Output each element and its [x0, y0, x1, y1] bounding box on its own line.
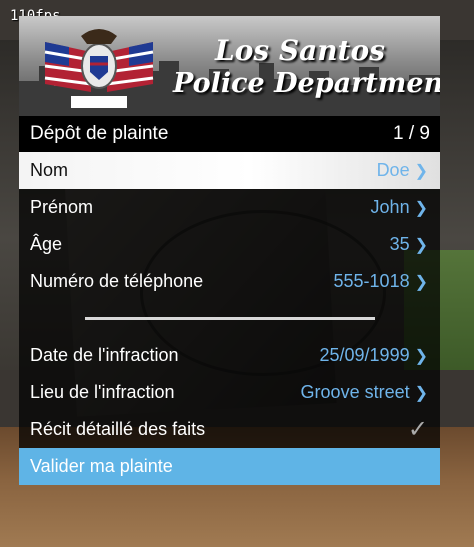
- menu-item-value: Doe: [376, 160, 410, 180]
- chevron-right-icon: ❯: [414, 384, 428, 402]
- menu-item-nom[interactable]: Nom Doe ❯: [19, 152, 440, 189]
- menu-item-label: Date de l'infraction: [30, 345, 179, 365]
- menu-item-age[interactable]: Âge 35 ❯: [19, 226, 440, 263]
- menu-item-value: 25/09/1999: [319, 345, 410, 365]
- banner-title-line2: Police Department: [173, 68, 440, 99]
- separator-line: [84, 317, 375, 320]
- lspd-seal-icon: [44, 29, 154, 108]
- chevron-right-icon: ❯: [414, 236, 428, 254]
- menu-item-label: Lieu de l'infraction: [30, 382, 175, 402]
- menu-item-lieu-infraction[interactable]: Lieu de l'infraction Groove street ❯: [19, 374, 440, 411]
- menu-item-label: Nom: [30, 160, 69, 180]
- chevron-right-icon: ❯: [414, 273, 428, 291]
- police-menu: Los Santos Police Department Dépôt de pl…: [19, 16, 440, 485]
- menu-item-label: Numéro de téléphone: [30, 271, 204, 291]
- chevron-right-icon: ❯: [414, 199, 428, 217]
- banner-title-line1: Los Santos: [215, 34, 385, 67]
- menu-banner: Los Santos Police Department: [19, 16, 440, 116]
- menu-item-value: 35: [389, 234, 410, 254]
- menu-item-label: Récit détaillé des faits: [30, 419, 206, 439]
- menu-counter: 1 / 9: [393, 123, 430, 144]
- menu-item-telephone[interactable]: Numéro de téléphone 555-1018 ❯: [19, 263, 440, 300]
- menu-item-recit[interactable]: Récit détaillé des faits ✓: [19, 411, 440, 448]
- menu-item-date-infraction[interactable]: Date de l'infraction 25/09/1999 ❯: [19, 337, 440, 374]
- menu-separator: [19, 300, 440, 337]
- submit-label: Valider ma plainte: [30, 456, 173, 476]
- checkmark-icon: ✓: [407, 415, 428, 443]
- menu-item-value: Groove street: [300, 382, 410, 402]
- menu-item-value: John: [370, 197, 410, 217]
- menu-item-label: Prénom: [30, 197, 94, 217]
- menu-item-label: Âge: [30, 234, 63, 254]
- menu-item-prenom[interactable]: Prénom John ❯: [19, 189, 440, 226]
- menu-title: Dépôt de plainte: [30, 123, 169, 144]
- menu-item-value: 555-1018: [333, 271, 410, 291]
- chevron-right-icon: ❯: [414, 347, 428, 365]
- submit-complaint-button[interactable]: Valider ma plainte: [19, 448, 440, 485]
- chevron-right-icon: ❯: [414, 162, 428, 180]
- menu-header: Dépôt de plainte 1 / 9: [19, 116, 440, 152]
